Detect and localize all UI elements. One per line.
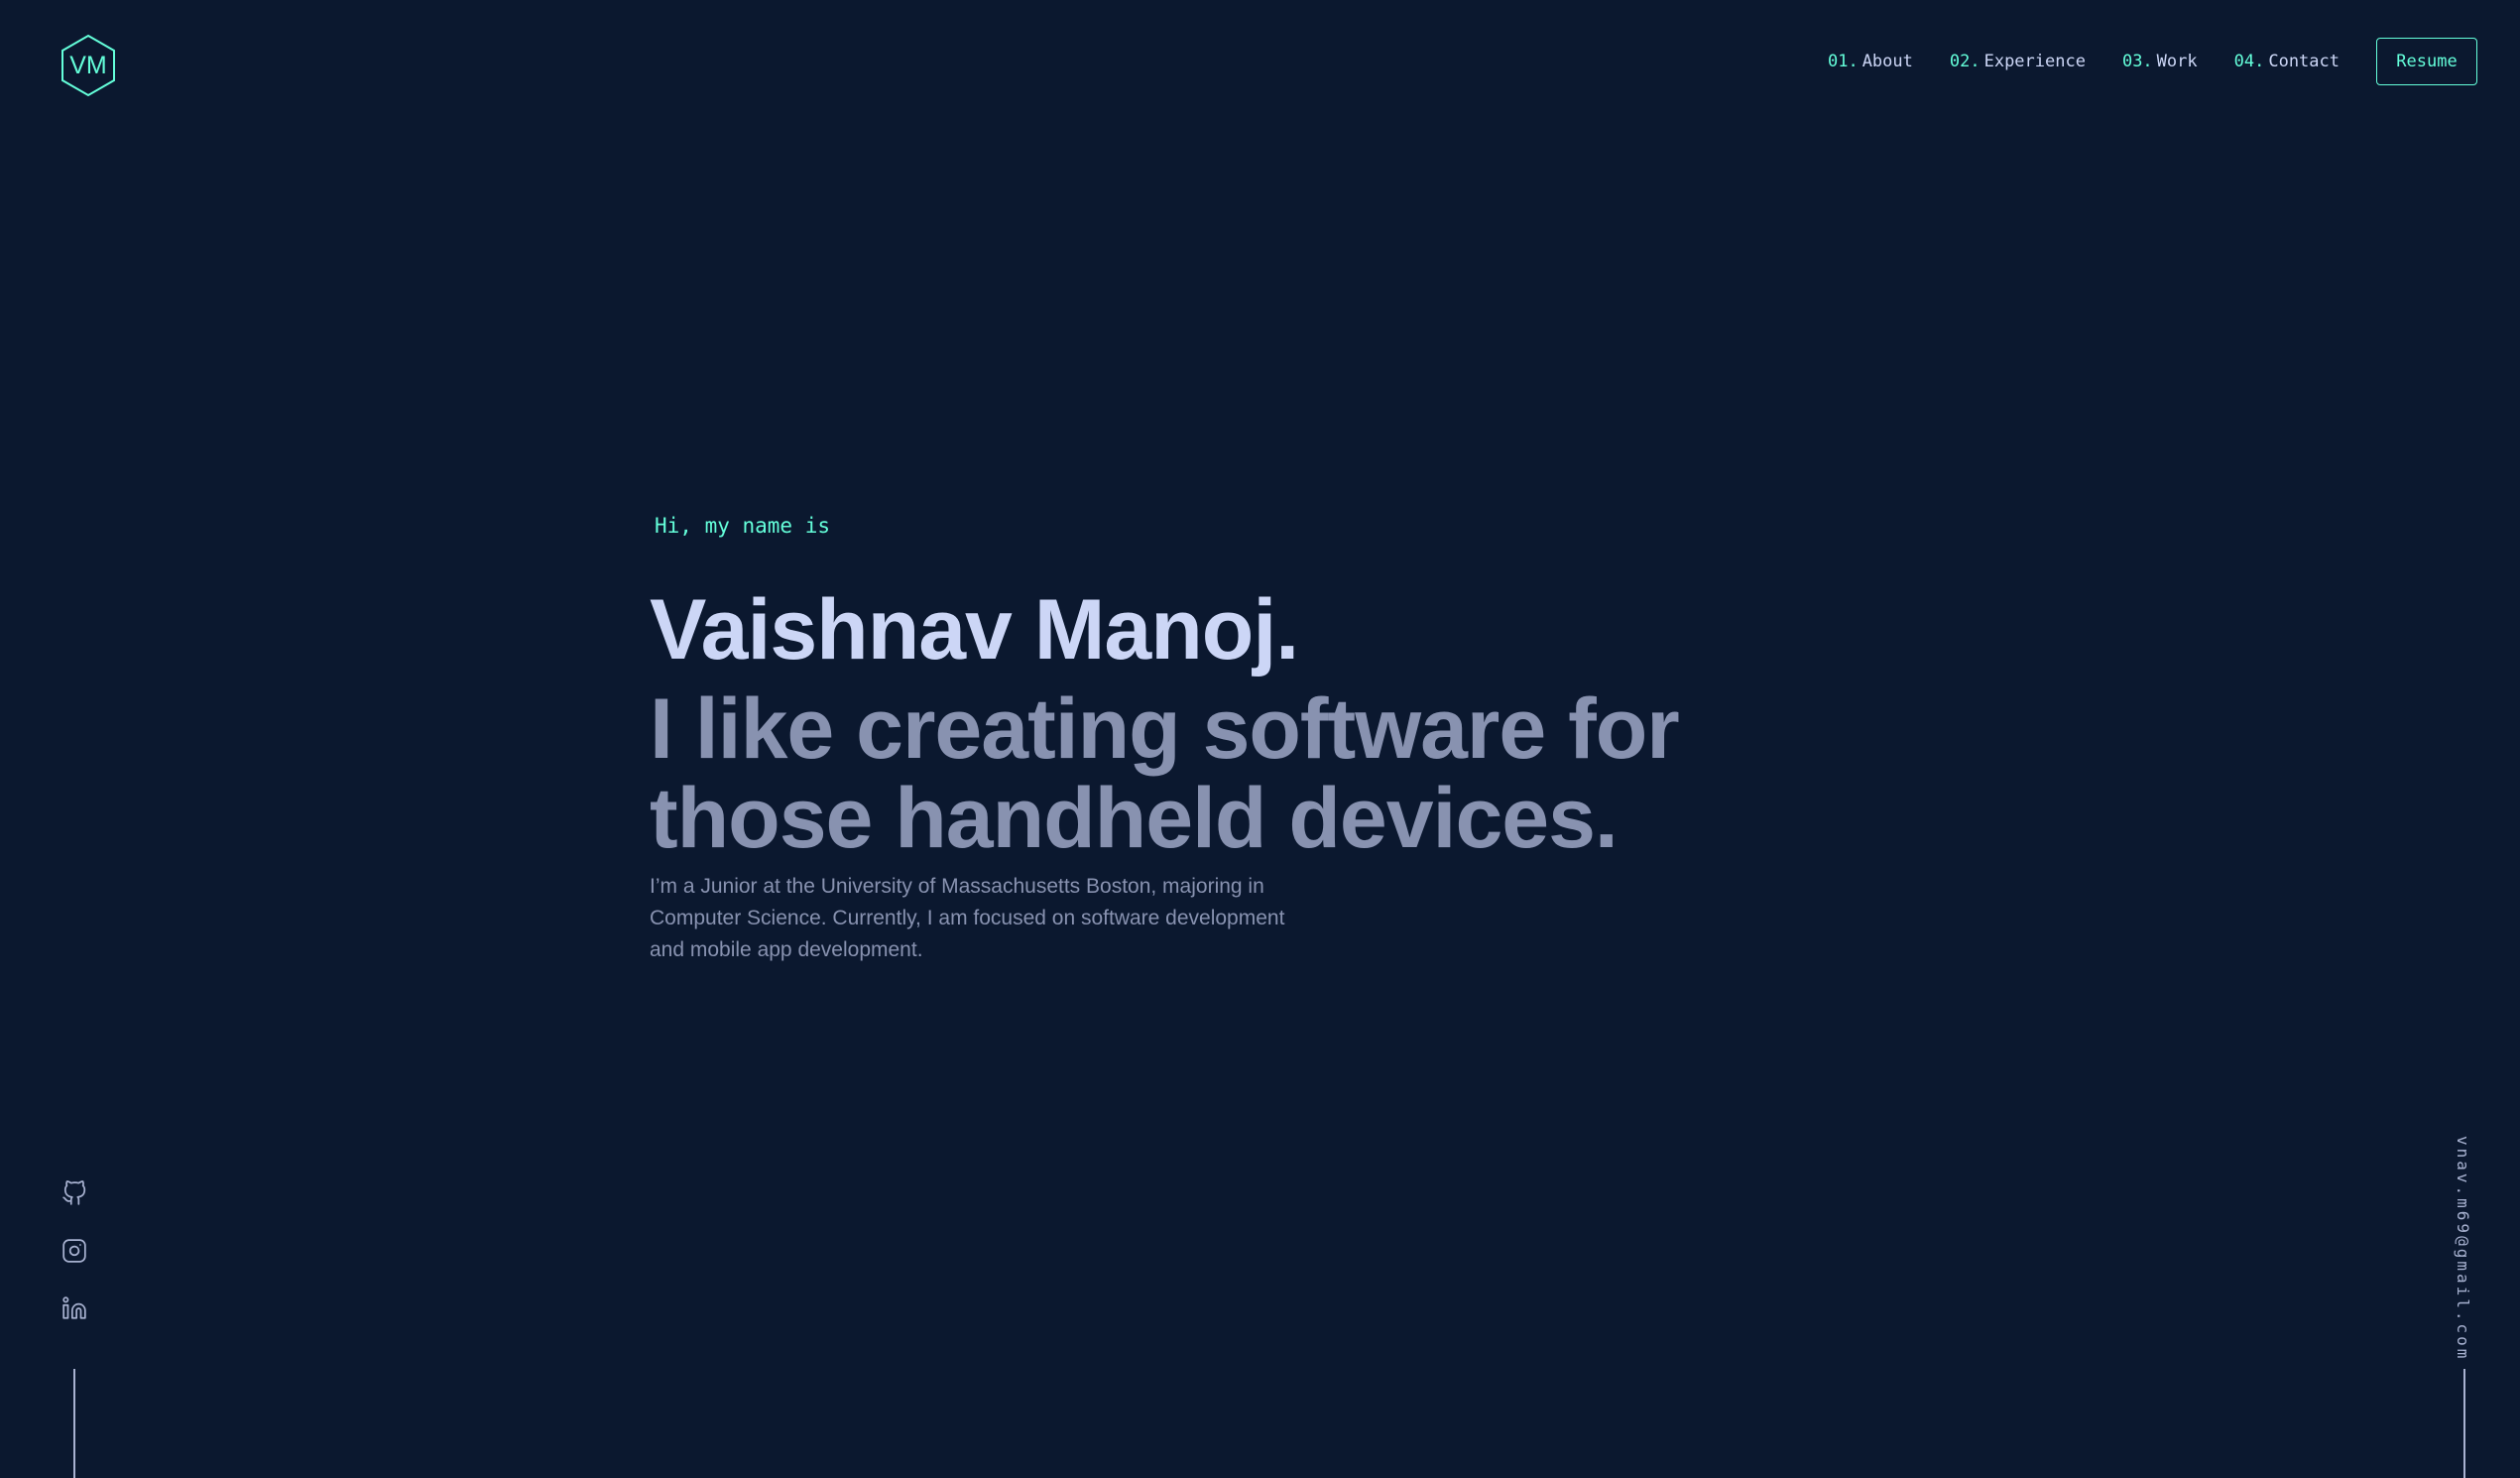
nav-number: 02. — [1949, 52, 1980, 71]
nav-number: 04. — [2233, 52, 2265, 71]
nav-label: About — [1861, 52, 1913, 71]
nav-label: Contact — [2268, 52, 2340, 71]
resume-button[interactable]: Resume — [2376, 38, 2477, 85]
social-links — [61, 1180, 87, 1353]
nav-link-about[interactable]: 01. About — [1828, 52, 1913, 71]
instagram-icon[interactable] — [61, 1238, 87, 1264]
logo[interactable]: VM — [60, 34, 117, 97]
left-divider-line — [73, 1369, 75, 1478]
github-icon[interactable] — [61, 1180, 87, 1206]
hero-tagline: I like creating software for those handh… — [650, 681, 1680, 866]
nav-number: 01. — [1827, 52, 1859, 71]
hero-section: Hi, my name is Vaishnav Manoj. I like cr… — [650, 511, 1939, 987]
nav-link-experience[interactable]: 02. Experience — [1950, 52, 2086, 71]
right-divider-line — [2463, 1369, 2465, 1478]
nav-label: Experience — [1983, 52, 2086, 71]
nav-link-work[interactable]: 03. Work — [2122, 52, 2198, 71]
linkedin-icon[interactable] — [61, 1295, 87, 1321]
hero-bio: I’m a Junior at the University of Massac… — [650, 875, 1285, 961]
logo-initials: VM — [69, 51, 107, 79]
nav-link-contact[interactable]: 04. Contact — [2234, 52, 2340, 71]
top-nav: 01. About 02. Experience 03. Work 04. Contac… — [1828, 36, 2477, 87]
nav-number: 03. — [2121, 52, 2153, 71]
email-link[interactable]: vnav.m69@gmail.com — [2454, 1136, 2472, 1361]
nav-label: Work — [2156, 52, 2198, 71]
hero-name: Vaishnav Manoj. — [650, 582, 1299, 677]
hero-greeting: Hi, my name is — [655, 514, 831, 538]
